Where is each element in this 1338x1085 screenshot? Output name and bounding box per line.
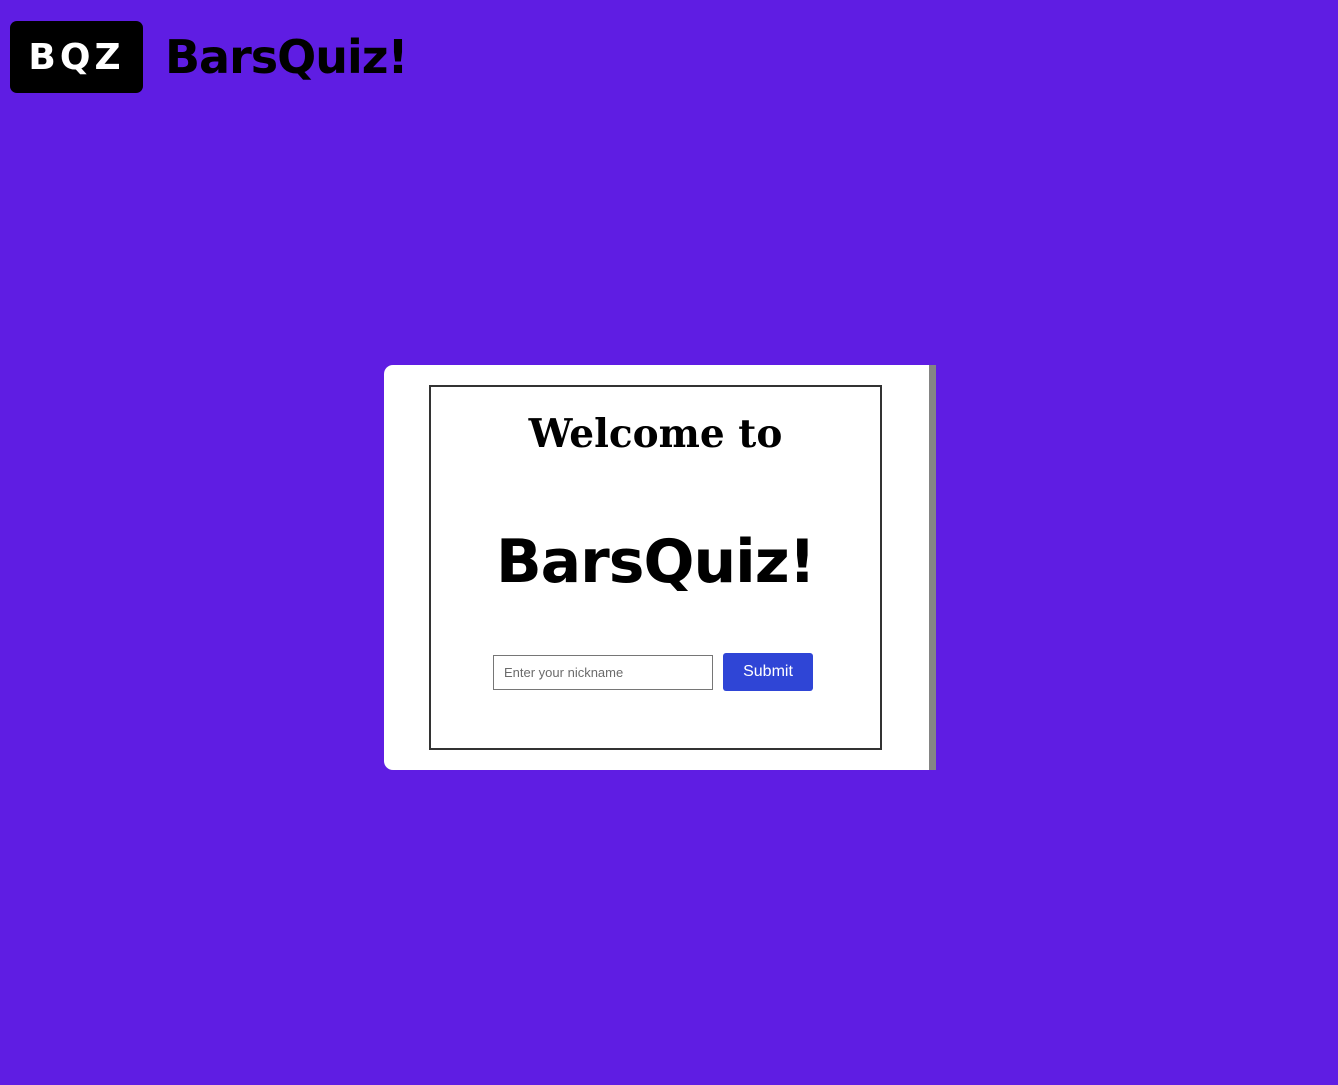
site-header: BQZ BarsQuiz! (10, 21, 409, 93)
logo-badge[interactable]: BQZ (10, 21, 143, 93)
nickname-form: Submit (493, 653, 813, 691)
nickname-input[interactable] (493, 654, 713, 690)
submit-button[interactable]: Submit (723, 653, 813, 691)
logo-wordmark[interactable]: BarsQuiz! (165, 34, 409, 80)
brand-wordmark: BarsQuiz! (495, 527, 816, 597)
scrollbar[interactable] (929, 365, 936, 770)
welcome-card: Welcome to BarsQuiz! Submit (384, 365, 936, 770)
welcome-panel: Welcome to BarsQuiz! Submit (429, 385, 882, 750)
welcome-heading: Welcome to (528, 411, 783, 457)
logo-badge-text: BQZ (28, 36, 125, 78)
